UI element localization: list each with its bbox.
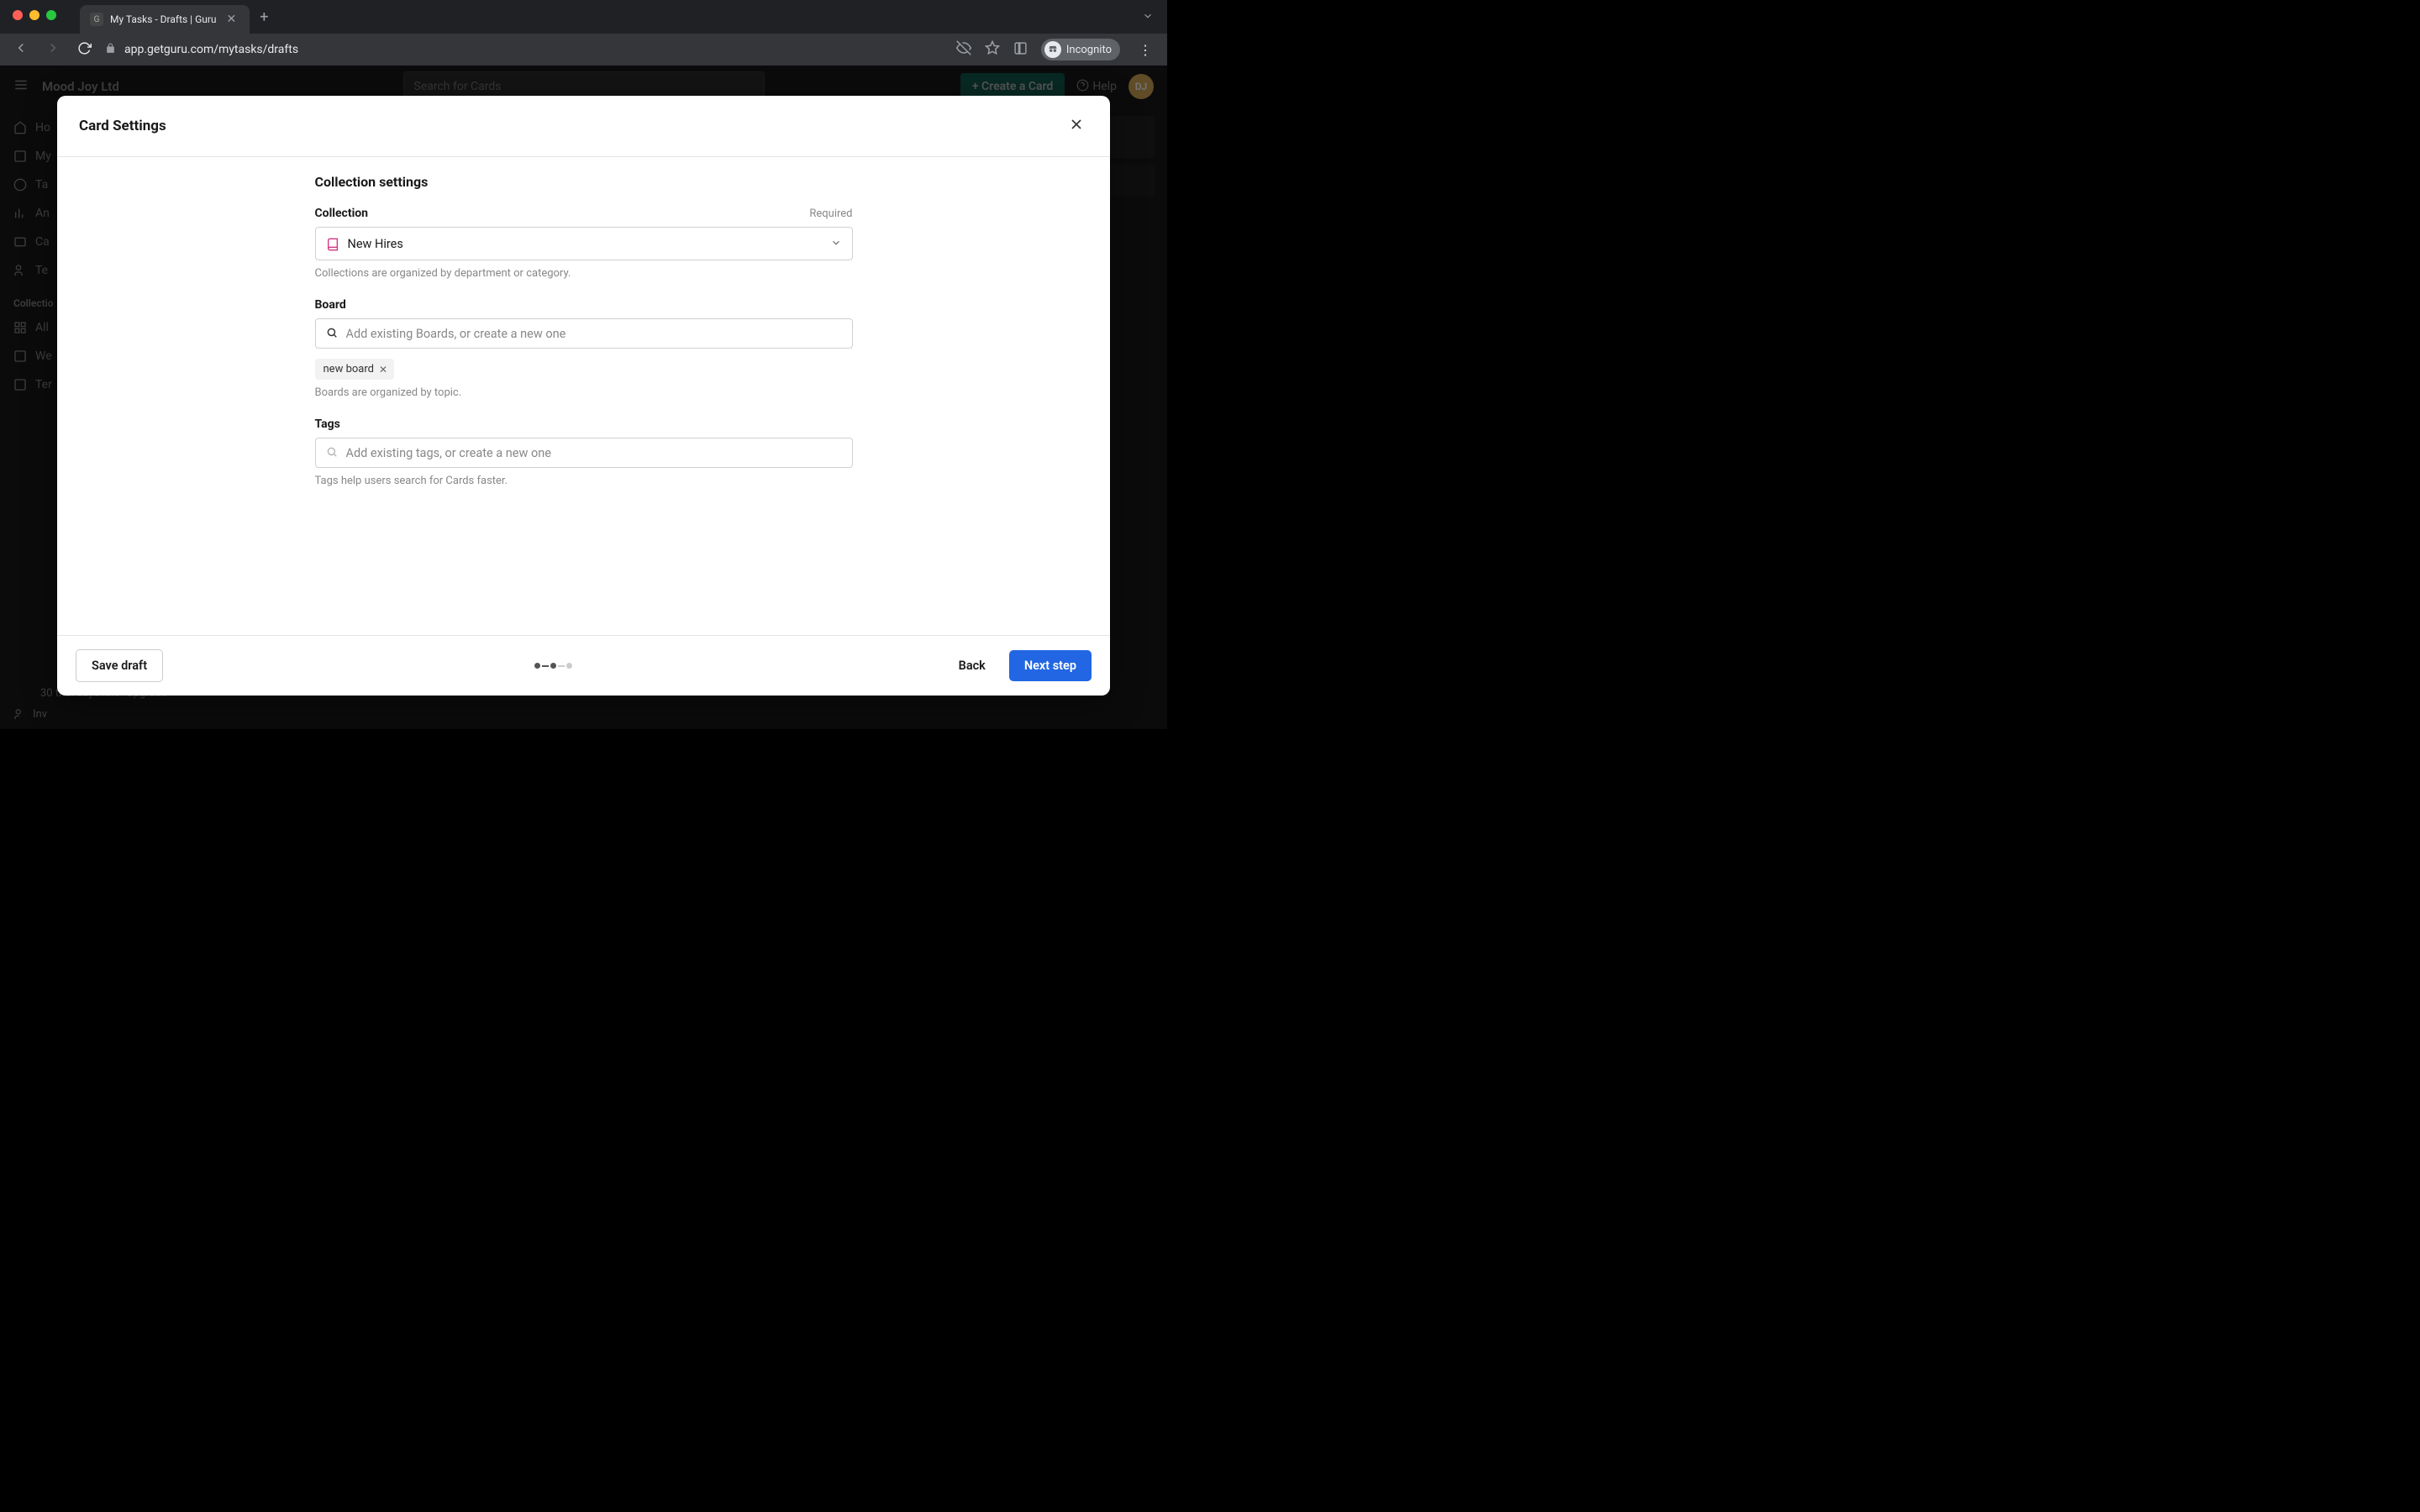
step-dot-2 <box>550 663 556 669</box>
modal-body: Collection settings Collection Required … <box>57 157 1110 635</box>
address-bar[interactable]: app.getguru.com/mytasks/drafts <box>105 43 946 57</box>
tags-search-input[interactable] <box>346 446 842 460</box>
reload-button[interactable] <box>74 38 95 62</box>
modal-footer: Save draft Back Next step <box>57 635 1110 696</box>
close-icon[interactable] <box>1065 113 1088 139</box>
url-text: app.getguru.com/mytasks/drafts <box>124 43 298 56</box>
back-button[interactable]: Back <box>944 650 1001 681</box>
tags-help: Tags help users search for Cards faster. <box>315 475 853 487</box>
incognito-badge: Incognito <box>1041 39 1120 60</box>
tags-input-wrap[interactable] <box>315 438 853 468</box>
new-tab-button[interactable]: + <box>250 8 278 26</box>
close-window-button[interactable] <box>13 10 23 20</box>
browser-toolbar: app.getguru.com/mytasks/drafts Incognito… <box>0 34 1167 66</box>
tab-title: My Tasks - Drafts | Guru <box>110 13 217 25</box>
collection-help: Collections are organized by department … <box>315 267 853 280</box>
window-controls <box>13 10 56 20</box>
chip-label: new board <box>324 363 374 375</box>
maximize-window-button[interactable] <box>46 10 56 20</box>
book-icon <box>326 238 339 249</box>
save-draft-button[interactable]: Save draft <box>76 649 163 682</box>
tab-favicon-icon: G <box>90 13 103 26</box>
board-search-input[interactable] <box>346 327 842 341</box>
back-button[interactable] <box>10 37 32 62</box>
search-icon <box>326 445 338 461</box>
tab-close-icon[interactable]: ✕ <box>224 13 240 26</box>
chevron-down-icon <box>830 236 842 252</box>
board-field: Board new board ✕ Boards are organized b… <box>315 298 853 399</box>
tags-label: Tags <box>315 417 340 431</box>
search-icon <box>326 326 338 342</box>
eye-off-icon[interactable] <box>956 40 971 59</box>
step-connector <box>558 665 565 667</box>
step-dot-1 <box>534 663 540 669</box>
step-connector <box>542 665 549 667</box>
incognito-icon <box>1044 41 1061 58</box>
tags-field: Tags Tags help users search for Cards fa… <box>315 417 853 487</box>
tab-overflow-icon[interactable] <box>1142 9 1154 25</box>
next-step-button[interactable]: Next step <box>1009 650 1092 681</box>
board-help: Boards are organized by topic. <box>315 386 853 399</box>
step-indicator <box>534 663 572 669</box>
collection-select-value: New Hires <box>348 237 822 251</box>
incognito-label: Incognito <box>1066 44 1112 56</box>
star-icon[interactable] <box>985 40 1000 59</box>
modal-title: Card Settings <box>79 118 166 134</box>
forward-button[interactable] <box>42 37 64 62</box>
minimize-window-button[interactable] <box>29 10 39 20</box>
browser-tab[interactable]: G My Tasks - Drafts | Guru ✕ <box>80 5 250 34</box>
collection-select[interactable]: New Hires <box>315 227 853 260</box>
step-dot-3 <box>566 663 572 669</box>
card-settings-modal: Card Settings Collection settings Collec… <box>57 96 1110 696</box>
collection-field: Collection Required New Hires Collection… <box>315 207 853 280</box>
browser-menu-button[interactable]: ⋮ <box>1134 42 1157 58</box>
board-label: Board <box>315 298 346 312</box>
lock-icon <box>105 43 116 57</box>
browser-tab-bar: G My Tasks - Drafts | Guru ✕ + <box>0 0 1167 34</box>
board-chip: new board ✕ <box>315 359 395 380</box>
board-input-wrap[interactable] <box>315 318 853 349</box>
required-hint: Required <box>809 207 852 220</box>
modal-header: Card Settings <box>57 96 1110 157</box>
chip-remove-icon[interactable]: ✕ <box>379 364 387 375</box>
collection-label: Collection <box>315 207 369 220</box>
extensions-icon[interactable] <box>1013 41 1028 59</box>
section-heading: Collection settings <box>315 174 853 190</box>
